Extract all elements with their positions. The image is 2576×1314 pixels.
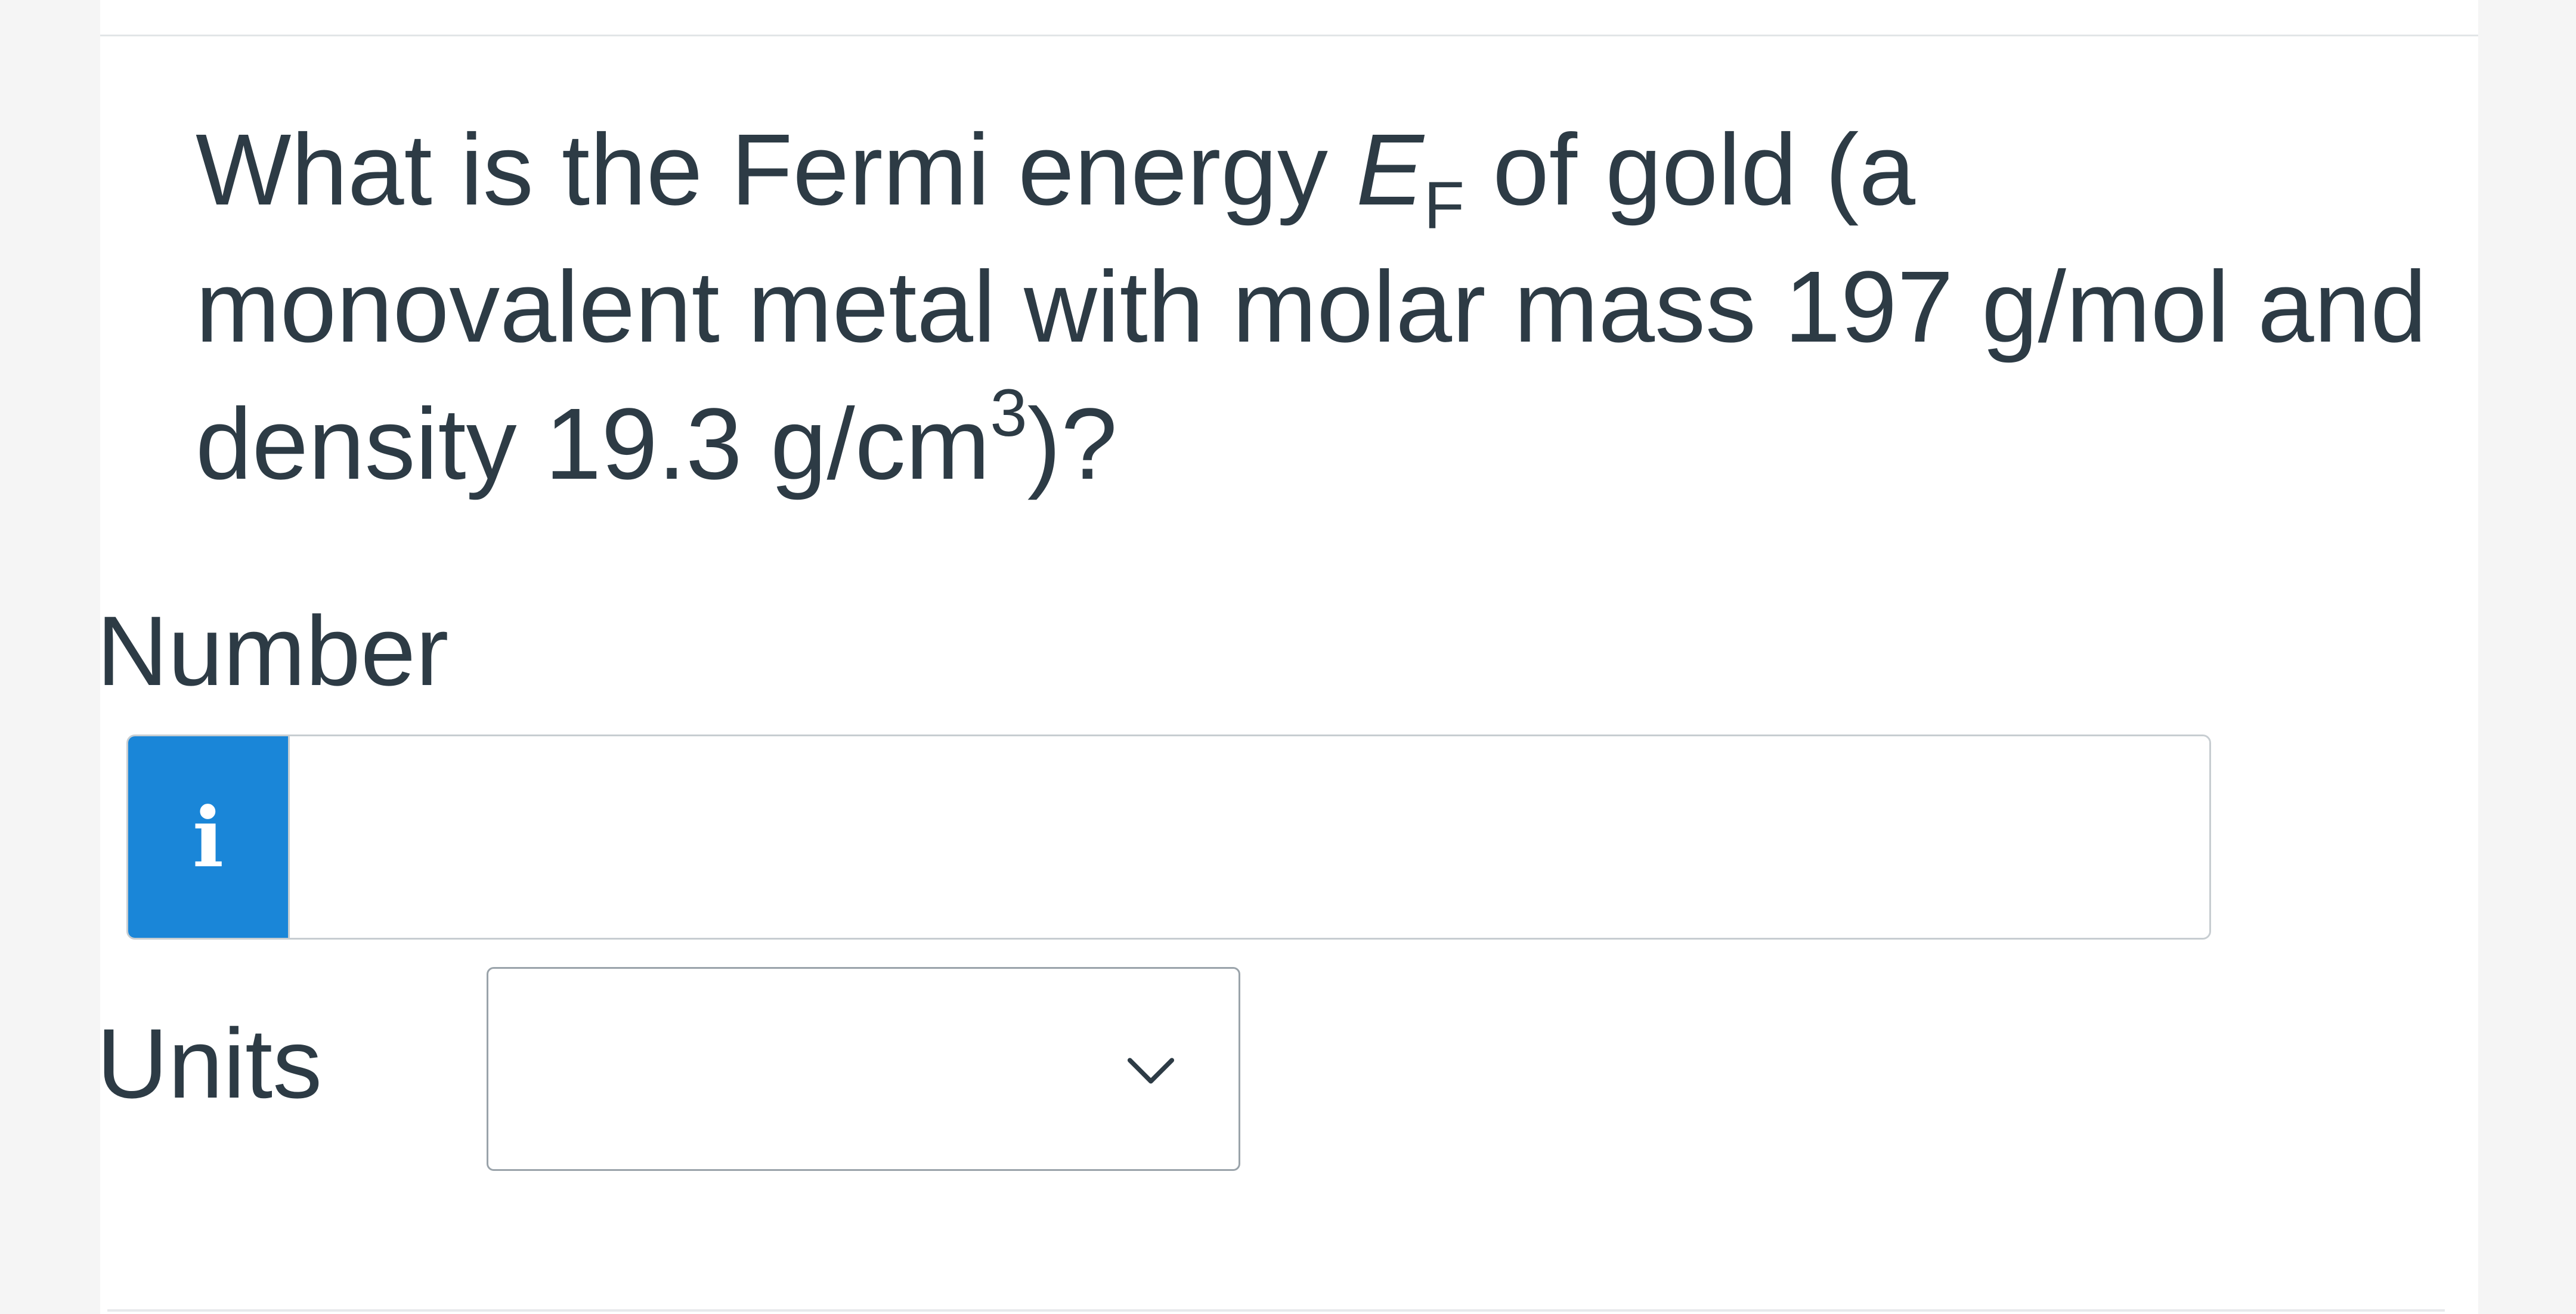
question-card: What is the Fermi energy EF of gold (a m… bbox=[100, 0, 2478, 1314]
number-input[interactable] bbox=[288, 736, 2209, 938]
question-text-part: of gold (a bbox=[1465, 113, 1916, 227]
exponent: 3 bbox=[990, 376, 1027, 450]
number-label: Number bbox=[97, 596, 449, 706]
question-line-1: What is the Fermi energy EF of gold (a bbox=[196, 101, 2521, 239]
chevron-down-icon bbox=[1127, 1058, 1175, 1084]
question-text-part: What is the Fermi energy bbox=[196, 113, 1357, 227]
question-text-part: density 19.3 g/cm bbox=[196, 388, 990, 501]
question-line-2: monovalent metal with molar mass 197 g/m… bbox=[196, 250, 2427, 364]
units-label: Units bbox=[97, 1009, 323, 1119]
variable-subscript: F bbox=[1423, 168, 1465, 243]
question-text-part: )? bbox=[1027, 388, 1117, 501]
bottom-divider bbox=[107, 1309, 2445, 1312]
question-line-3: density 19.3 g/cm3)? bbox=[196, 376, 2521, 513]
info-glyph: i bbox=[192, 788, 224, 886]
number-input-group: i bbox=[126, 735, 2211, 940]
top-divider bbox=[100, 35, 2478, 36]
variable-letter: E bbox=[1356, 113, 1424, 227]
units-select[interactable] bbox=[487, 967, 1240, 1171]
info-icon[interactable]: i bbox=[128, 736, 288, 938]
question-text: What is the Fermi energy EF of gold (a m… bbox=[196, 101, 2521, 513]
fermi-energy-symbol: EF bbox=[1356, 113, 1465, 239]
